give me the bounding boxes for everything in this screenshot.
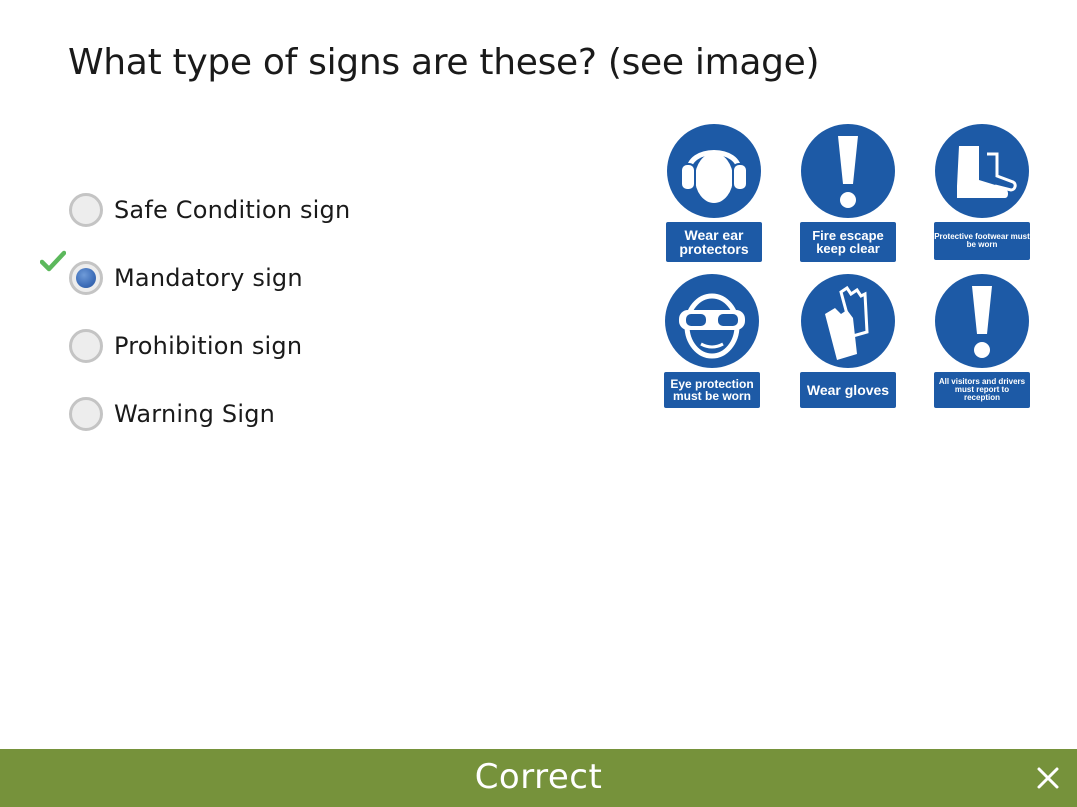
radio-dot (76, 268, 96, 288)
sign-caption: Protective footwear must be worn (934, 222, 1030, 260)
sign-caption: Fire escape keep clear (800, 222, 896, 262)
boot-icon (935, 124, 1029, 218)
answer-options: Safe Condition sign Mandatory sign Prohi… (40, 176, 350, 448)
option-label: Warning Sign (114, 400, 276, 428)
option-label: Mandatory sign (114, 264, 303, 292)
close-icon[interactable] (1033, 763, 1063, 793)
sign-visitors-report: All visitors and drivers must report to … (934, 274, 1030, 408)
question-title: What type of signs are these? (see image… (68, 42, 820, 83)
sign-caption: Wear ear protectors (666, 222, 762, 262)
option-mandatory[interactable]: Mandatory sign (40, 244, 350, 312)
sign-protective-footwear: Protective footwear must be worn (934, 124, 1030, 260)
feedback-bar: Correct (0, 749, 1077, 807)
checkmark-icon (40, 250, 66, 272)
radio-button[interactable] (69, 329, 103, 363)
feedback-text: Correct (474, 757, 603, 797)
option-label: Prohibition sign (114, 332, 303, 360)
sign-caption: All visitors and drivers must report to … (934, 372, 1030, 408)
goggles-icon (665, 274, 759, 368)
option-safe-condition[interactable]: Safe Condition sign (40, 176, 350, 244)
option-prohibition[interactable]: Prohibition sign (40, 312, 350, 380)
sign-wear-gloves: Wear gloves (800, 274, 896, 408)
exclamation-icon (801, 124, 895, 218)
sign-caption: Wear gloves (800, 372, 896, 408)
sign-caption: Eye protection must be worn (664, 372, 760, 408)
gloves-icon (801, 274, 895, 368)
exclamation-icon (935, 274, 1029, 368)
sign-ear-protectors: Wear ear protectors (666, 124, 762, 262)
radio-button[interactable] (69, 193, 103, 227)
option-warning[interactable]: Warning Sign (40, 380, 350, 448)
ear-defenders-icon (667, 124, 761, 218)
option-label: Safe Condition sign (114, 196, 351, 224)
mandatory-signs-image: Wear ear protectors Fire escape keep cle… (664, 124, 1034, 414)
radio-button-selected[interactable] (69, 261, 103, 295)
radio-button[interactable] (69, 397, 103, 431)
sign-fire-escape: Fire escape keep clear (800, 124, 896, 262)
sign-eye-protection: Eye protection must be worn (664, 274, 760, 408)
